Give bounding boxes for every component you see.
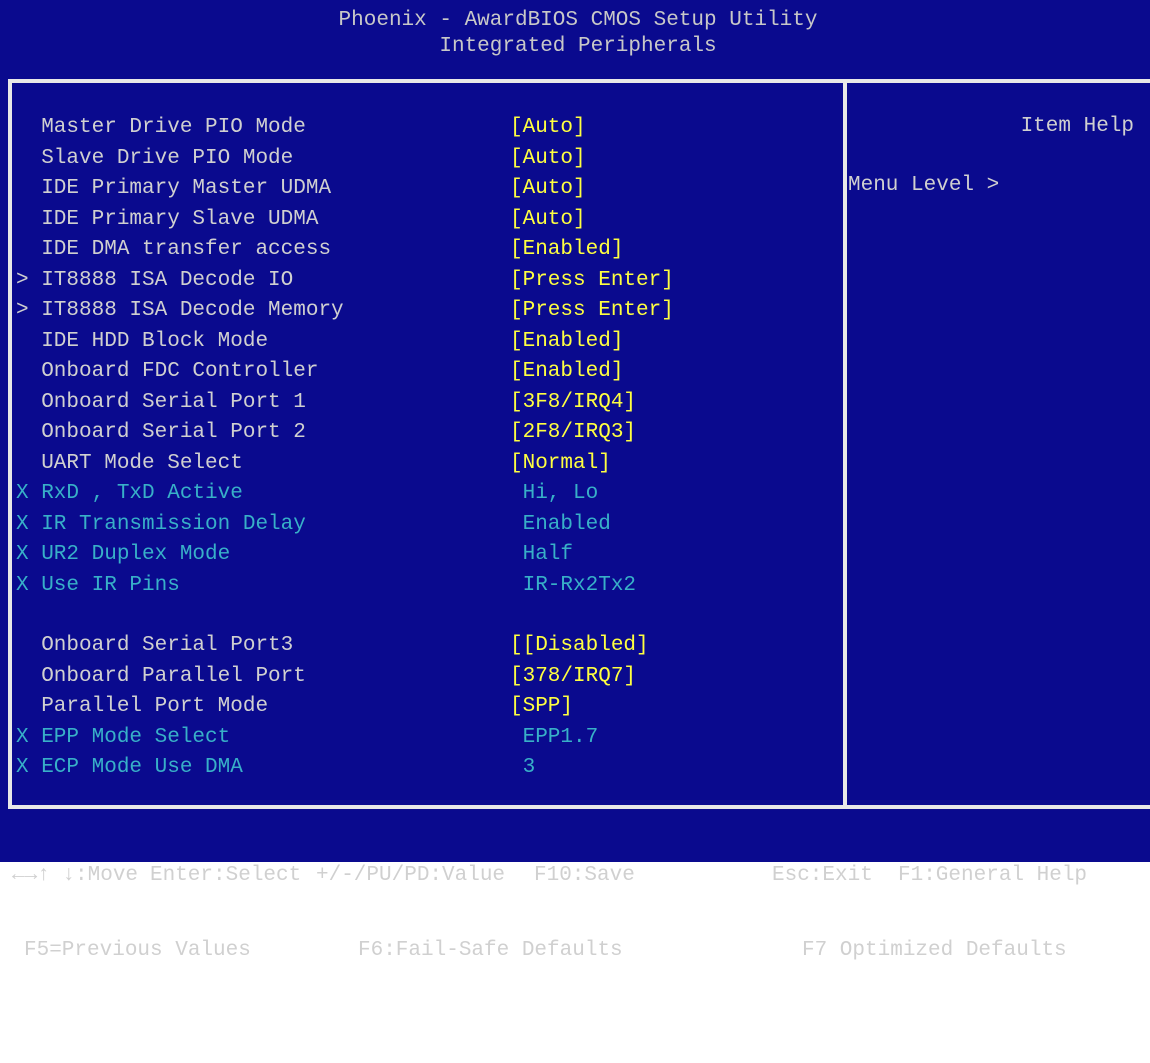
exit-key-hint: Esc:Exit	[772, 864, 873, 887]
setting-value[interactable]: [Press Enter]	[510, 266, 674, 296]
setting-label: X IR Transmission Delay	[16, 512, 306, 536]
setting-label: X Use IR Pins	[16, 573, 180, 597]
setting-label: UART Mode Select	[16, 451, 243, 475]
menu-level-label: Menu Level >	[848, 174, 1000, 197]
save-key-hint: F10:Save	[534, 864, 635, 887]
setting-value[interactable]: [2F8/IRQ3]	[510, 418, 636, 448]
setting-label: IDE Primary Master UDMA	[16, 177, 332, 200]
move-key-hint: ←→↑ ↓:Move	[12, 864, 139, 887]
setting-value[interactable]: [Auto]	[510, 174, 586, 204]
setting-label: Master Drive PIO Mode	[16, 116, 306, 139]
page-title: Integrated Peripherals	[439, 35, 717, 58]
setting-value: Hi, Lo	[510, 482, 599, 505]
setting-label: X ECP Mode Use DMA	[16, 756, 243, 779]
setting-label: X UR2 Duplex Mode	[16, 543, 231, 566]
failsafe-defaults-key-hint: F6:Fail-Safe Defaults	[358, 939, 623, 962]
setting-label: Onboard Parallel Port	[16, 664, 306, 688]
setting-label: > IT8888 ISA Decode IO	[16, 268, 294, 292]
setting-label: Onboard Serial Port3	[16, 634, 294, 657]
setting-label: Onboard FDC Controller	[16, 360, 319, 383]
previous-values-key-hint: F5=Previous Values	[24, 939, 251, 962]
setting-value[interactable]: [Press Enter]	[510, 296, 674, 326]
setting-value[interactable]: [Auto]	[510, 144, 586, 174]
setting-value[interactable]: [3F8/IRQ4]	[510, 388, 636, 418]
setting-value[interactable]: [378/IRQ7]	[510, 662, 636, 692]
setting-value: 3	[510, 756, 536, 779]
setting-value[interactable]: [Auto]	[510, 205, 586, 235]
key-legend: ←→↑ ↓:Move Enter:Select +/-/PU/PD:Value …	[12, 813, 1150, 1013]
setting-label: IDE HDD Block Mode	[16, 329, 269, 353]
setting-value[interactable]: [Enabled]	[510, 327, 623, 357]
value-key-hint: +/-/PU/PD:Value	[316, 864, 506, 887]
setting-label: Onboard Serial Port 1	[16, 390, 306, 414]
setting-label: Parallel Port Mode	[16, 695, 269, 718]
title-bar: Phoenix - AwardBIOS CMOS Setup Utility I…	[6, 0, 1150, 76]
setting-label: Slave Drive PIO Mode	[16, 146, 294, 170]
setting-value[interactable]: [Auto]	[510, 113, 586, 143]
optimized-defaults-key-hint: F7 Optimized Defaults	[802, 939, 1067, 962]
app-title: Phoenix - AwardBIOS CMOS Setup Utility	[338, 9, 818, 32]
setting-value: IR-Rx2Tx2	[510, 573, 637, 597]
bios-screen: Phoenix - AwardBIOS CMOS Setup Utility I…	[0, 0, 1150, 962]
setting-value[interactable]: [Normal]	[510, 449, 611, 479]
setting-value[interactable]: [SPP]	[510, 692, 573, 722]
setting-label: > IT8888 ISA Decode Memory	[16, 299, 344, 322]
setting-value[interactable]: [[Disabled]	[510, 631, 649, 661]
setting-label: X RxD , TxD Active	[16, 482, 243, 505]
item-help-title: Item Help	[1020, 115, 1134, 138]
setting-value[interactable]: [Enabled]	[510, 357, 623, 387]
setting-value[interactable]: [Enabled]	[510, 235, 623, 265]
setting-label: Onboard Serial Port 2	[16, 421, 306, 444]
setting-label: IDE DMA transfer access	[16, 238, 332, 261]
setting-value: EPP1.7	[510, 725, 599, 749]
setting-label: IDE Primary Slave UDMA	[16, 207, 319, 231]
select-key-hint: Enter:Select	[150, 864, 302, 887]
setting-label: X EPP Mode Select	[16, 725, 231, 749]
setting-value: Half	[510, 543, 574, 566]
setting-value: Enabled	[510, 512, 611, 536]
help-divider	[843, 79, 847, 809]
general-help-key-hint: F1:General Help	[898, 864, 1088, 887]
